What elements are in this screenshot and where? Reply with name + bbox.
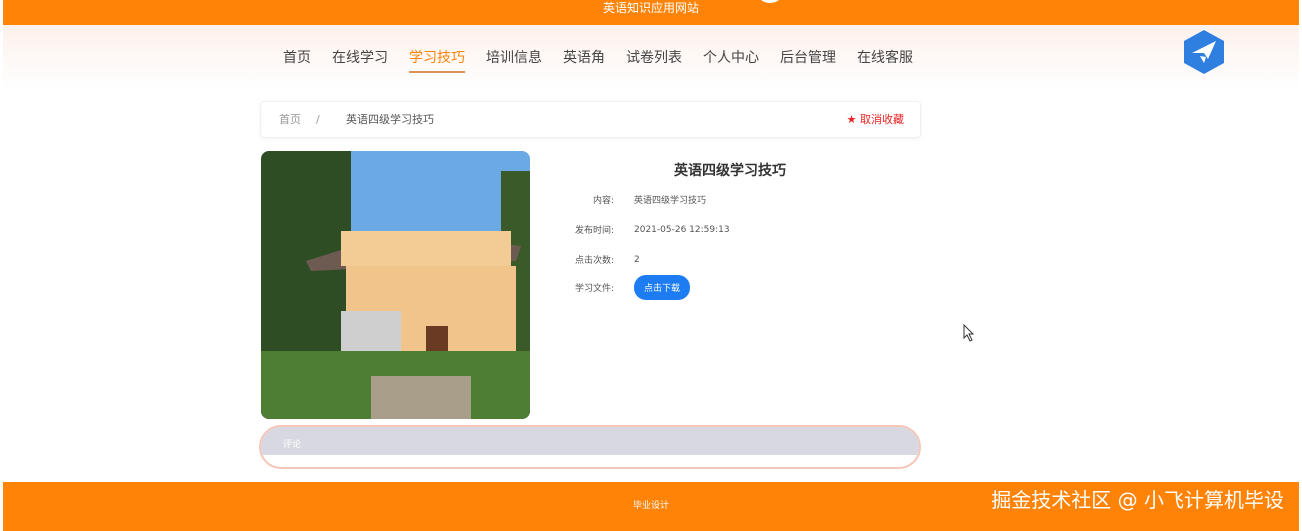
comment-box[interactable]: 评论 [259, 425, 921, 469]
detail-row: 发布时间: 2021-05-26 12:59:13 [560, 223, 730, 237]
article-image [261, 151, 530, 419]
file-row: 学习文件: 点击下载 [560, 275, 691, 300]
field-value: 2021-05-26 12:59:13 [634, 224, 730, 235]
mouse-cursor-icon [963, 324, 975, 342]
nav-item[interactable]: 培训信息 [486, 47, 542, 73]
field-label: 内容: [592, 196, 614, 206]
nav-item[interactable]: 试卷列表 [626, 47, 682, 73]
comment-label: 评论 [261, 427, 919, 455]
nav-item[interactable]: 在线学习 [332, 47, 388, 73]
nav-item[interactable]: 英语角 [563, 47, 605, 73]
site-title: 英语知识应用网站 [602, 1, 699, 15]
file-label: 学习文件: [574, 284, 614, 294]
nav-item[interactable]: 首页 [283, 47, 311, 73]
watermark: 掘金技术社区 @ 小飞计算机毕设 [991, 488, 1284, 512]
nav-item[interactable]: 在线客服 [857, 47, 913, 73]
nav-item[interactable]: 后台管理 [780, 47, 836, 73]
breadcrumb-current: 英语四级学习技巧 [346, 113, 434, 126]
unfavorite-button[interactable]: ★ 取消收藏 [847, 102, 904, 138]
field-value: 英语四级学习技巧 [634, 196, 707, 206]
nav-item[interactable]: 个人中心 [703, 47, 759, 73]
article-title: 英语四级学习技巧 [674, 163, 786, 179]
breadcrumb: 首页 / 英语四级学习技巧 ★ 取消收藏 [260, 101, 921, 138]
breadcrumb-home[interactable]: 首页 [279, 102, 301, 138]
top-header: 英语知识应用网站 [3, 0, 1299, 25]
download-button[interactable]: 点击下载 [634, 275, 691, 300]
detail-row: 点击次数: 2 [560, 253, 640, 267]
footer-text: 毕业设计 [632, 501, 669, 511]
header-decoration [755, 0, 785, 3]
field-label: 点击次数: [574, 256, 614, 266]
field-label: 发布时间: [574, 226, 614, 236]
detail-row: 内容: 英语四级学习技巧 [560, 193, 706, 206]
logo-bird-icon[interactable] [1182, 29, 1226, 75]
nav-bar: 首页 在线学习 学习技巧 培训信息 英语角 试卷列表 个人中心 后台管理 在线客服 [3, 25, 1299, 90]
breadcrumb-separator: / [316, 113, 320, 126]
nav-item[interactable]: 学习技巧 [409, 47, 465, 73]
field-value: 2 [634, 254, 640, 265]
